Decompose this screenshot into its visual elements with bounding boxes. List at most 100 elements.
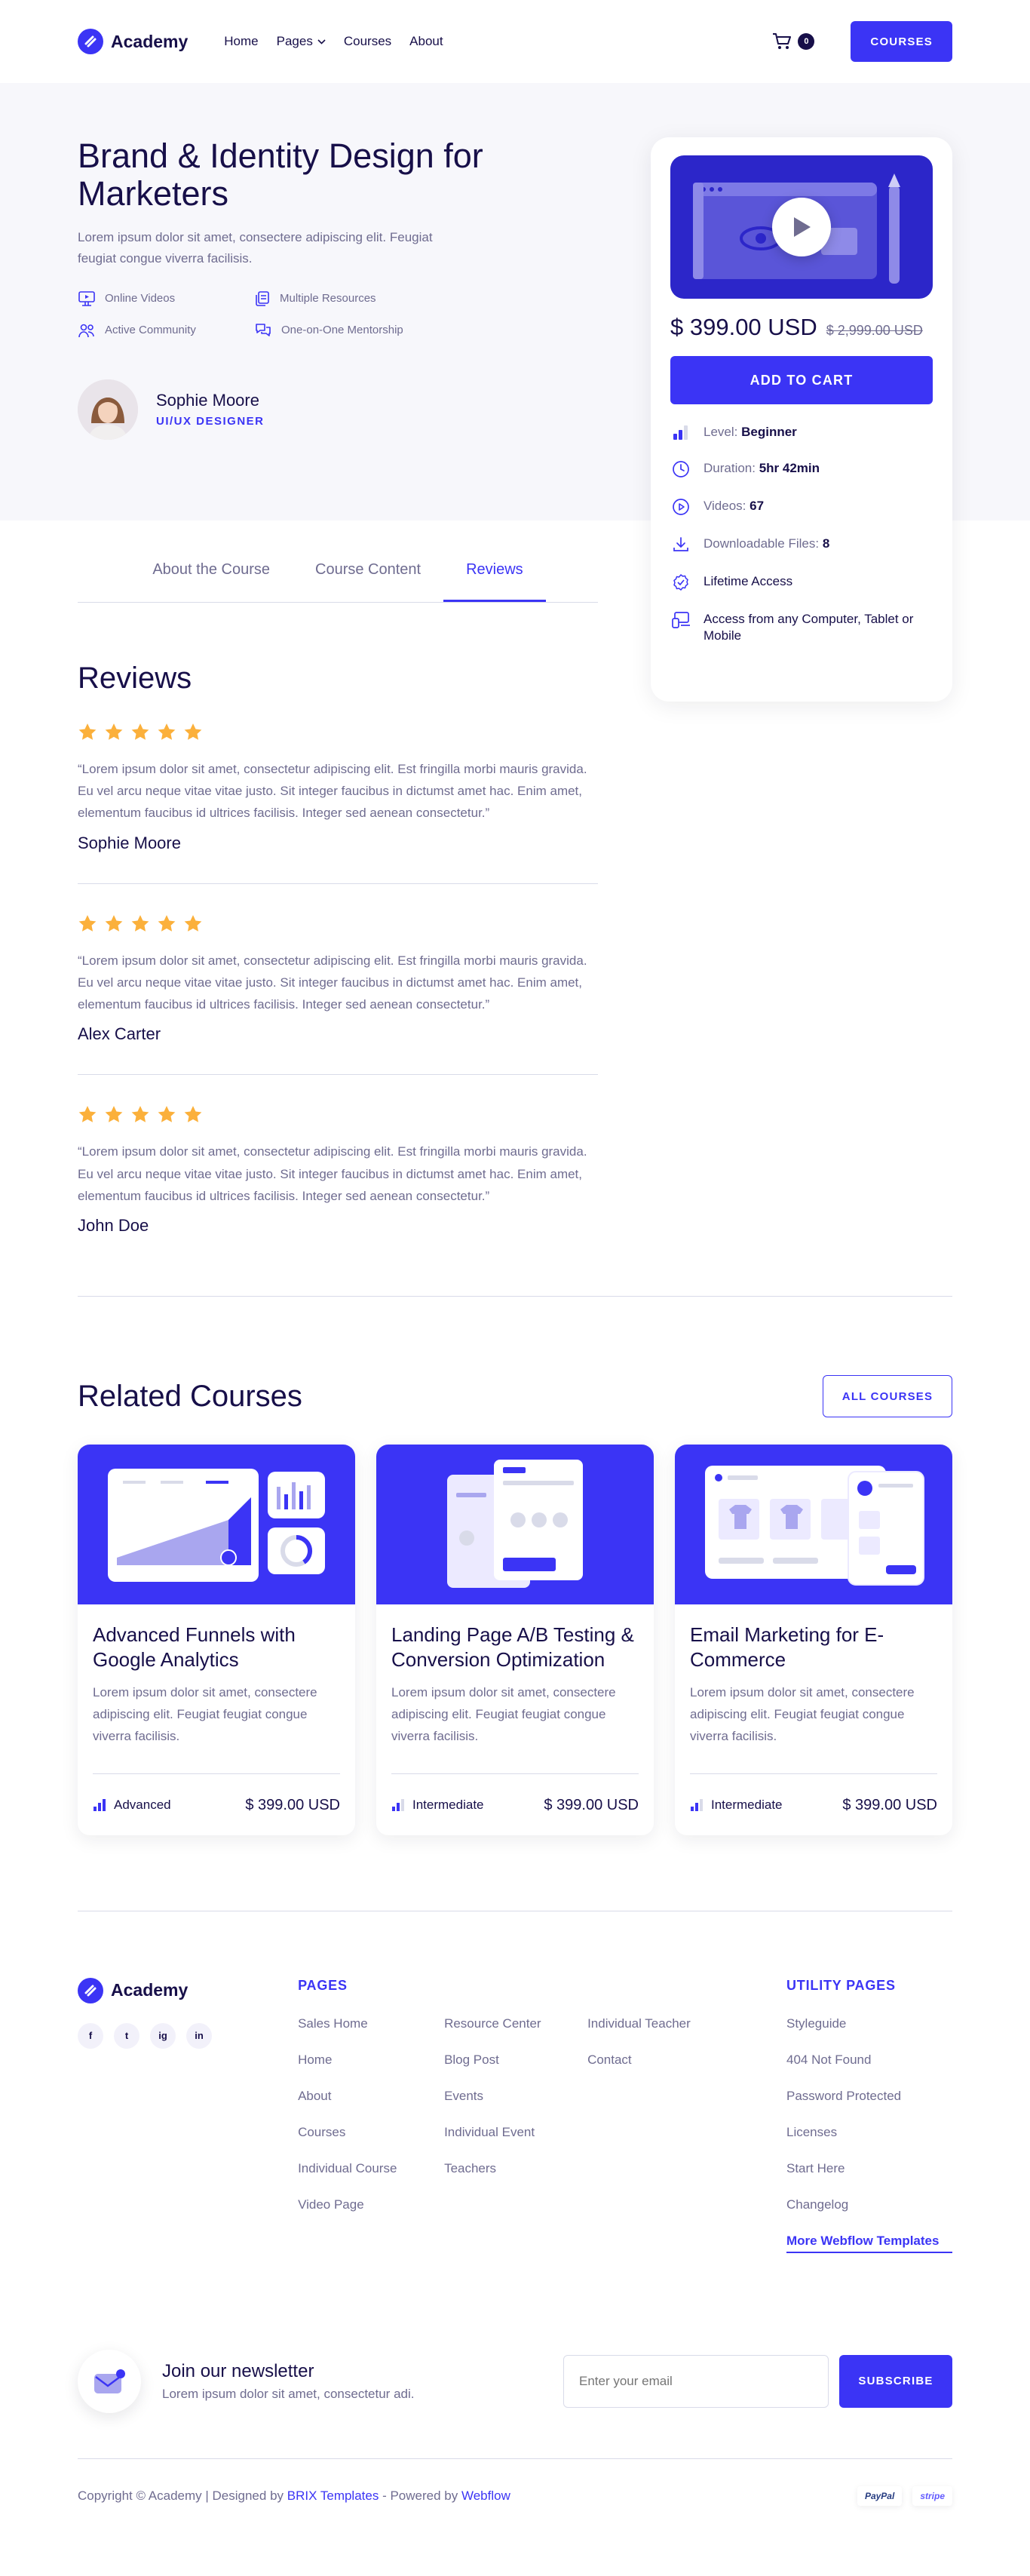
feature-mentorship: One-on-One Mentorship: [254, 322, 431, 339]
review-item: “Lorem ipsum dolor sit amet, consectetur…: [78, 1105, 598, 1266]
nav-home[interactable]: Home: [224, 34, 258, 49]
related-title: Related Courses: [78, 1379, 302, 1413]
spec-level: Level: Beginner: [670, 424, 933, 441]
spec-videos: Videos: 67: [670, 498, 933, 516]
play-button[interactable]: [772, 198, 831, 256]
footer-link[interactable]: Licenses: [786, 2125, 952, 2140]
star-icon: [131, 914, 149, 932]
main-content: About the Course Course Content Reviews …: [78, 519, 952, 2533]
footer-link[interactable]: Individual Teacher: [587, 2016, 731, 2031]
star-icon: [131, 723, 149, 740]
footer-link[interactable]: Video Page: [298, 2197, 444, 2212]
logo-icon: [78, 29, 103, 54]
footer-link[interactable]: Home: [298, 2053, 444, 2068]
tab-reviews[interactable]: Reviews: [443, 561, 546, 602]
footer-logo[interactable]: Academy: [78, 1977, 298, 2003]
author-name: Sophie Moore: [156, 391, 259, 410]
subscribe-button[interactable]: SUBSCRIBE: [839, 2354, 952, 2408]
spec-level-value: Beginner: [741, 425, 797, 439]
paypal-icon: PayPal: [857, 2485, 903, 2506]
footer-utility-title: UTILITY PAGES: [786, 1977, 896, 1993]
landing-page-illustration: [447, 1460, 583, 1589]
star-icon: [78, 1106, 97, 1123]
webflow-link[interactable]: Webflow: [461, 2488, 510, 2503]
star-icon: [105, 1106, 123, 1123]
footer-link[interactable]: Styleguide: [786, 2016, 952, 2031]
twitter-icon[interactable]: t: [114, 2022, 139, 2049]
analytics-illustration: [108, 1469, 325, 1583]
course-card-image: [675, 1445, 952, 1605]
tab-course-content[interactable]: Course Content: [293, 561, 443, 602]
footer-link[interactable]: Teachers: [444, 2161, 587, 2176]
spec-level-label: Level:: [704, 425, 738, 439]
course-card[interactable]: Landing Page A/B Testing & Conversion Op…: [376, 1445, 654, 1835]
newsletter: Join our newsletter Lorem ipsum dolor si…: [78, 2349, 952, 2459]
facebook-icon[interactable]: f: [78, 2022, 103, 2049]
footer-link[interactable]: Courses: [298, 2125, 444, 2140]
course-card[interactable]: Advanced Funnels with Google Analytics L…: [78, 1445, 355, 1835]
all-courses-button[interactable]: ALL COURSES: [823, 1375, 952, 1418]
footer-link[interactable]: Start Here: [786, 2161, 952, 2176]
footer-link[interactable]: Password Protected: [786, 2089, 952, 2104]
footer-link[interactable]: 404 Not Found: [786, 2053, 952, 2068]
powered-text: - Powered by: [382, 2488, 458, 2503]
footer-link[interactable]: Blog Post: [444, 2053, 587, 2068]
course-card-description: Lorem ipsum dolor sit amet, consectere a…: [391, 1685, 616, 1743]
course-video-thumbnail[interactable]: [670, 155, 933, 299]
author-role: UI/UX DESIGNER: [156, 415, 265, 428]
spec-duration-value: 5hr 42min: [759, 461, 820, 476]
newsletter-title: Join our newsletter: [162, 2360, 314, 2381]
review-text: “Lorem ipsum dolor sit amet, consectetur…: [78, 762, 587, 821]
community-icon: [78, 324, 94, 337]
footer-link[interactable]: Changelog: [786, 2197, 952, 2212]
footer-pages-title: PAGES: [298, 1977, 348, 1993]
review-text: “Lorem ipsum dolor sit amet, consectetur…: [78, 953, 587, 1012]
spec-duration: Duration: 5hr 42min: [670, 460, 933, 478]
tab-about-course[interactable]: About the Course: [130, 561, 293, 602]
add-to-cart-button[interactable]: ADD TO CART: [670, 356, 933, 404]
footer-link[interactable]: Individual Course: [298, 2161, 444, 2176]
linkedin-icon[interactable]: in: [186, 2022, 212, 2049]
monitor-icon: [78, 291, 95, 306]
course-card-image: [376, 1445, 654, 1605]
footer-link[interactable]: Resource Center: [444, 2016, 587, 2031]
course-card-description: Lorem ipsum dolor sit amet, consectere a…: [93, 1685, 317, 1743]
star-icon: [158, 1106, 176, 1123]
cart-count-badge: 0: [798, 33, 815, 50]
course-card-price: $ 399.00 USD: [544, 1796, 639, 1813]
instagram-icon[interactable]: ig: [150, 2022, 176, 2049]
course-card-title: Email Marketing for E-Commerce: [690, 1623, 884, 1671]
mail-icon: [78, 2349, 141, 2413]
related-courses: Related Courses ALL COURSES Advanced Fun…: [78, 1297, 952, 1835]
email-input[interactable]: [563, 2354, 829, 2408]
course-card[interactable]: Email Marketing for E-Commerce Lorem ips…: [675, 1445, 952, 1835]
cart-button[interactable]: 0: [772, 32, 815, 51]
footer-link[interactable]: Individual Event: [444, 2125, 587, 2140]
review-text: “Lorem ipsum dolor sit amet, consectetur…: [78, 1144, 587, 1203]
footer-link[interactable]: Events: [444, 2089, 587, 2104]
nav-courses[interactable]: Courses: [344, 34, 391, 49]
nav-about[interactable]: About: [409, 34, 443, 49]
payment-methods: PayPal stripe: [857, 2485, 952, 2506]
footer-link[interactable]: Sales Home: [298, 2016, 444, 2031]
stripe-icon: stripe: [912, 2485, 952, 2506]
ecommerce-illustration: [705, 1466, 924, 1586]
level-bars-icon: [392, 1799, 404, 1812]
courses-button[interactable]: COURSES: [851, 21, 952, 62]
logo[interactable]: Academy: [78, 29, 188, 54]
star-icon: [158, 723, 176, 740]
star-icon: [184, 914, 202, 932]
nav-pages[interactable]: Pages: [277, 34, 326, 49]
play-circle-icon: [673, 499, 689, 515]
brix-link[interactable]: BRIX Templates: [287, 2488, 379, 2503]
course-description: Lorem ipsum dolor sit amet, consectere a…: [78, 229, 433, 266]
star-icon: [105, 723, 123, 740]
footer-link[interactable]: Contact: [587, 2053, 731, 2068]
course-price: $ 399.00 USD: [670, 314, 817, 340]
site-header: Academy Home Pages Courses About 0 COURS…: [0, 0, 1030, 83]
reviewer-name: John Doe: [78, 1216, 149, 1236]
logo-icon: [78, 1977, 103, 2003]
star-icon: [184, 1106, 202, 1123]
more-templates-link[interactable]: More Webflow Templates: [786, 2234, 952, 2253]
footer-link[interactable]: About: [298, 2089, 444, 2104]
